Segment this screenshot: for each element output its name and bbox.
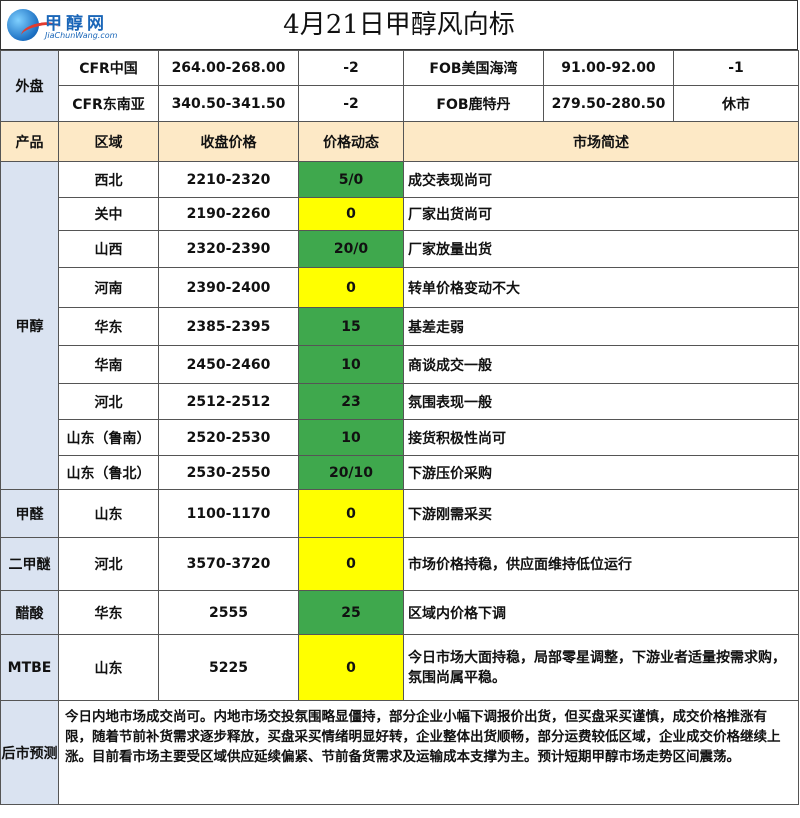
price-cell: 2450-2460	[158, 345, 299, 384]
product-cell: 二甲醚	[0, 537, 59, 591]
desc-cell: 下游刚需采买	[403, 489, 799, 538]
desc-cell: 市场价格持稳，供应面维持低位运行	[403, 537, 799, 591]
market-name: FOB美国海湾	[403, 50, 544, 86]
market-price: 279.50-280.50	[543, 85, 674, 122]
change-cell: 23	[298, 383, 404, 420]
product-cell: 醋酸	[0, 590, 59, 635]
region-cell: 关中	[58, 197, 159, 231]
region-cell: 华东	[58, 590, 159, 635]
change-cell: 20/0	[298, 230, 404, 268]
change-cell: 0	[298, 489, 404, 538]
region-cell: 华东	[58, 307, 159, 346]
region-cell: 山东（鲁南）	[58, 419, 159, 456]
desc-cell: 氛围表现一般	[403, 383, 799, 420]
table-row: 二甲醚 河北 3570-3720 0 市场价格持稳，供应面维持低位运行	[0, 537, 799, 591]
table-row: 甲醛 山东 1100-1170 0 下游刚需采买	[0, 489, 799, 538]
product-cell: 甲醛	[0, 489, 59, 538]
price-cell: 1100-1170	[158, 489, 299, 538]
col-change: 价格动态	[298, 121, 404, 162]
desc-cell: 厂家出货尚可	[403, 197, 799, 231]
table-row: 山西 2320-2390 20/0 厂家放量出货	[1, 230, 799, 268]
price-cell: 3570-3720	[158, 537, 299, 591]
table-row: MTBE 山东 5225 0 今日市场大面持稳，局部零星调整，下游业者适量按需求…	[0, 634, 799, 701]
desc-cell: 成交表现尚可	[403, 161, 799, 198]
market-change: 休市	[673, 85, 799, 122]
table-row: 河南 2390-2400 0 转单价格变动不大	[1, 267, 799, 308]
change-cell: 20/10	[298, 455, 404, 490]
region-cell: 河北	[58, 537, 159, 591]
price-cell: 5225	[158, 634, 299, 701]
price-cell: 2190-2260	[158, 197, 299, 231]
desc-cell: 基差走弱	[403, 307, 799, 346]
region-cell: 河南	[58, 267, 159, 308]
desc-cell: 转单价格变动不大	[403, 267, 799, 308]
desc-cell: 下游压价采购	[403, 455, 799, 490]
col-desc: 市场简述	[403, 121, 799, 162]
change-cell: 0	[298, 197, 404, 231]
change-cell: 25	[298, 590, 404, 635]
change-cell: 10	[298, 419, 404, 456]
market-name: FOB鹿特丹	[403, 85, 544, 122]
region-cell: 山东	[58, 634, 159, 701]
desc-cell: 商谈成交一般	[403, 345, 799, 384]
market-name: CFR东南亚	[58, 85, 159, 122]
market-price: 264.00-268.00	[158, 50, 299, 86]
desc-cell: 今日市场大面持稳，局部零星调整，下游业者适量按需求购，氛围尚属平稳。	[403, 634, 799, 701]
forecast-label: 后市预测	[0, 700, 59, 805]
price-cell: 2555	[158, 590, 299, 635]
forecast-text: 今日内地市场成交尚可。内地市场交投氛围略显僵持，部分企业小幅下调报价出货，但买盘…	[58, 700, 799, 805]
table-row: 河北 2512-2512 23 氛围表现一般	[1, 383, 799, 420]
change-cell: 5/0	[298, 161, 404, 198]
page-title: 4月21日甲醇风向标	[283, 10, 515, 40]
change-cell: 10	[298, 345, 404, 384]
market-change: -2	[298, 50, 404, 86]
table-row: 山东（鲁北） 2530-2550 20/10 下游压价采购	[1, 455, 799, 490]
table-row: CFR东南亚 340.50-341.50 -2 FOB鹿特丹 279.50-28…	[1, 85, 799, 122]
external-label: 外盘	[0, 50, 59, 122]
col-price: 收盘价格	[158, 121, 299, 162]
table-row: 关中 2190-2260 0 厂家出货尚可	[1, 197, 799, 231]
market-change: -1	[673, 50, 799, 86]
table-row: 醋酸 华东 2555 25 区域内价格下调	[0, 590, 799, 635]
desc-cell: 区域内价格下调	[403, 590, 799, 635]
col-product: 产品	[0, 121, 59, 162]
desc-cell: 厂家放量出货	[403, 230, 799, 268]
region-cell: 山东（鲁北）	[58, 455, 159, 490]
change-cell: 0	[298, 634, 404, 701]
table-row: 山东（鲁南） 2520-2530 10 接货积极性尚可	[1, 419, 799, 456]
market-change: -2	[298, 85, 404, 122]
price-cell: 2210-2320	[158, 161, 299, 198]
region-cell: 山东	[58, 489, 159, 538]
change-cell: 0	[298, 537, 404, 591]
price-cell: 2390-2400	[158, 267, 299, 308]
region-cell: 河北	[58, 383, 159, 420]
market-price: 91.00-92.00	[543, 50, 674, 86]
forecast-row: 后市预测 今日内地市场成交尚可。内地市场交投氛围略显僵持，部分企业小幅下调报价出…	[0, 700, 799, 805]
header-row: 产品 区域 收盘价格 价格动态 市场简述	[0, 121, 799, 162]
region-cell: 西北	[58, 161, 159, 198]
table-row: 甲醇 西北 2210-2320 5/0 成交表现尚可	[0, 161, 799, 490]
market-name: CFR中国	[58, 50, 159, 86]
product-cell: MTBE	[0, 634, 59, 701]
region-cell: 山西	[58, 230, 159, 268]
methanol-label: 甲醇	[0, 161, 59, 490]
table-row: 华南 2450-2460 10 商谈成交一般	[1, 345, 799, 384]
price-cell: 2512-2512	[158, 383, 299, 420]
change-cell: 0	[298, 267, 404, 308]
price-cell: 2520-2530	[158, 419, 299, 456]
table-row: 外盘 CFR中国 264.00-268.00 -2 FOB美国海湾 91.00-…	[0, 50, 799, 122]
price-cell: 2320-2390	[158, 230, 299, 268]
region-cell: 华南	[58, 345, 159, 384]
table-row: 华东 2385-2395 15 基差走弱	[1, 307, 799, 346]
desc-cell: 接货积极性尚可	[403, 419, 799, 456]
page: 甲醇网 JiaChunWang.com 4月21日甲醇风向标 外盘 CFR中国 …	[0, 0, 800, 818]
title-bar: 甲醇网 JiaChunWang.com 4月21日甲醇风向标	[0, 0, 798, 50]
price-cell: 2385-2395	[158, 307, 299, 346]
price-cell: 2530-2550	[158, 455, 299, 490]
market-price: 340.50-341.50	[158, 85, 299, 122]
col-region: 区域	[58, 121, 159, 162]
change-cell: 15	[298, 307, 404, 346]
price-table: 外盘 CFR中国 264.00-268.00 -2 FOB美国海湾 91.00-…	[0, 50, 799, 805]
